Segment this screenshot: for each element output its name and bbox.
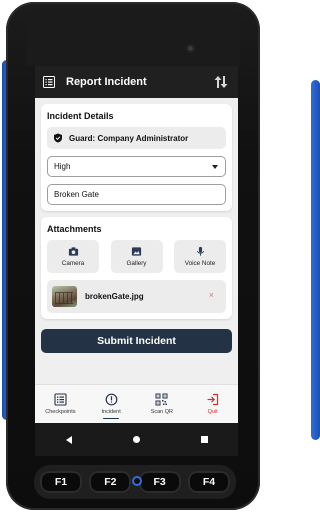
attachment-thumbnail [52,286,77,307]
gallery-button[interactable]: Gallery [110,240,163,273]
f3-key[interactable]: F3 [138,471,181,493]
nav-checkpoints[interactable]: Checkpoints [40,393,80,415]
camera-icon [68,247,78,256]
list-icon[interactable] [43,76,55,88]
page-title: Report Incident [66,76,147,88]
logout-icon [207,393,219,406]
center-nav-key[interactable] [132,476,142,486]
device-top-bezel [26,8,240,66]
guard-info: Guard: Company Administrator [47,127,226,149]
priority-select[interactable]: High [47,156,226,177]
shield-check-icon [54,133,62,143]
app-screen: Report Incident Incident Details Guard: … [35,66,238,456]
attachment-buttons: Camera Gallery Voice Note [47,240,226,273]
nav-scan-qr-label: Scan QR [150,409,174,415]
attachment-file-name: brokenGate.jpg [85,292,144,301]
swap-vert-icon[interactable] [212,73,230,91]
remove-attachment-icon[interactable]: × [209,291,214,300]
gallery-label: Gallery [126,260,147,267]
qr-code-icon [155,393,168,406]
gallery-icon [131,247,142,256]
voice-note-button[interactable]: Voice Note [174,240,226,273]
submit-incident-button[interactable]: Submit Incident [41,329,232,353]
device-side-accent-right [311,80,320,440]
app-bar: Report Incident [35,66,238,98]
nav-incident-label: Incident [101,409,121,415]
guard-label: Guard: Company Administrator [69,133,189,143]
incident-details-title: Incident Details [47,111,114,121]
nav-incident[interactable]: Incident [91,393,131,419]
nav-scan-qr[interactable]: Scan QR [142,393,182,415]
priority-value: High [54,162,71,171]
incident-details-card: Incident Details Guard: Company Administ… [41,104,232,211]
mic-icon [196,246,204,256]
attachment-item: brokenGate.jpg × [47,280,226,313]
f2-key[interactable]: F2 [89,471,132,493]
bottom-navigation: Checkpoints Incident Scan QR Quit [35,384,238,423]
chevron-down-icon [212,165,218,169]
attachments-title: Attachments [47,224,102,234]
camera-label: Camera [61,260,85,267]
home-icon[interactable] [132,436,140,443]
system-navigation-bar [35,423,238,456]
checklist-icon [54,393,67,406]
front-camera [186,44,195,53]
nav-quit-label: Quit [207,409,218,415]
camera-button[interactable]: Camera [47,240,99,273]
voice-note-label: Voice Note [184,260,216,267]
attachments-card: Attachments Camera Gallery Voice Note br… [41,217,232,319]
f4-key[interactable]: F4 [187,471,230,493]
description-value: Broken Gate [54,190,99,199]
alert-circle-icon [105,393,118,406]
recent-apps-icon[interactable] [200,436,208,443]
f1-key[interactable]: F1 [40,471,82,493]
nav-checkpoints-label: Checkpoints [45,409,76,415]
description-input[interactable]: Broken Gate [47,184,226,205]
back-icon[interactable] [65,435,72,444]
nav-quit[interactable]: Quit [193,393,233,415]
